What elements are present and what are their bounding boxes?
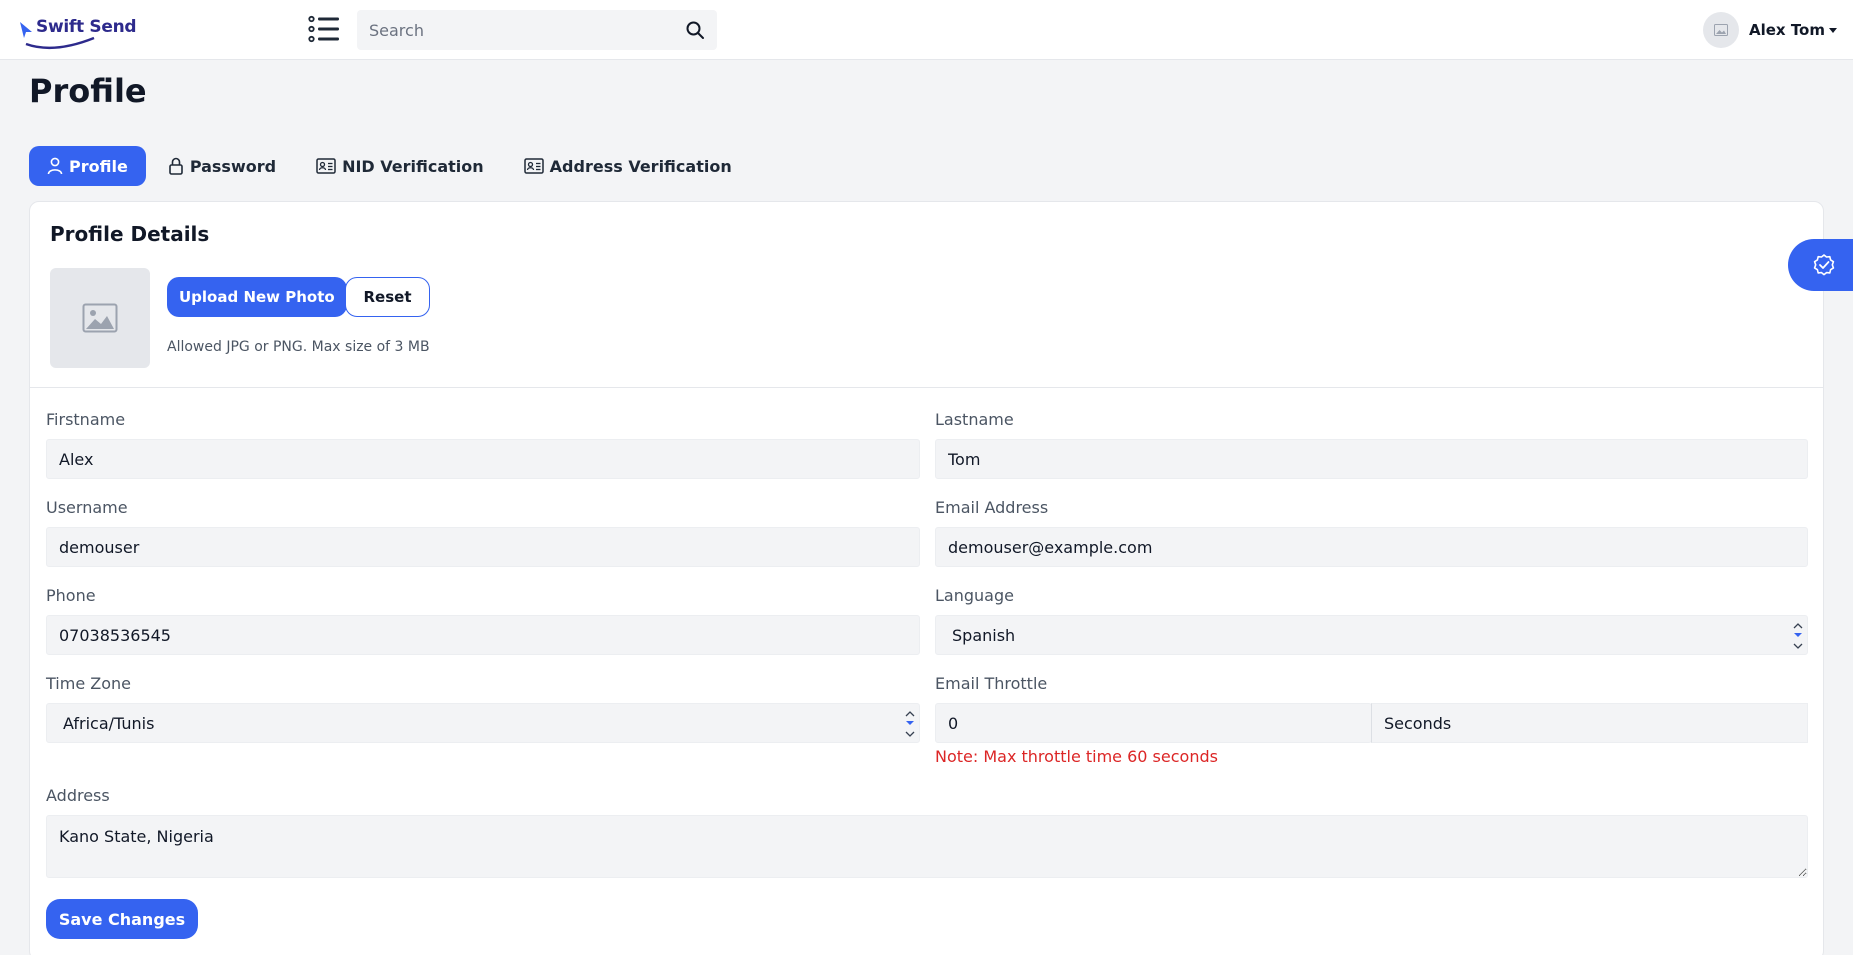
- tab-nid-verification[interactable]: NID Verification: [298, 146, 502, 186]
- upload-photo-button[interactable]: Upload New Photo: [167, 277, 347, 317]
- tab-label: NID Verification: [342, 156, 484, 176]
- search-icon[interactable]: [685, 20, 705, 40]
- id-card-icon: [523, 158, 544, 174]
- divider: [30, 387, 1823, 388]
- logo-swoosh-icon: [25, 36, 95, 50]
- language-value: Spanish: [952, 625, 1016, 645]
- firstname-field[interactable]: [46, 439, 920, 479]
- id-card-icon: [316, 158, 336, 174]
- photo-hint: Allowed JPG or PNG. Max size of 3 MB: [167, 339, 430, 355]
- brand-logo[interactable]: Swift Send: [18, 14, 137, 50]
- reset-photo-button[interactable]: Reset: [345, 277, 430, 317]
- throttle-note: Note: Max throttle time 60 seconds: [935, 747, 1218, 766]
- tab-password[interactable]: Password: [150, 146, 294, 186]
- lastname-field[interactable]: [935, 439, 1808, 479]
- email-label: Email Address: [935, 498, 1049, 517]
- user-icon: [47, 157, 63, 175]
- lastname-label: Lastname: [935, 410, 1014, 429]
- timezone-select[interactable]: Africa/Tunis: [46, 703, 920, 743]
- badge-check-icon: [1813, 254, 1835, 276]
- floating-verify-button[interactable]: [1788, 239, 1853, 291]
- menu-toggle-button[interactable]: [308, 14, 340, 44]
- phone-label: Phone: [46, 586, 96, 605]
- profile-photo: [50, 268, 150, 368]
- email-field[interactable]: [935, 527, 1808, 567]
- tab-label: Address Verification: [549, 156, 732, 176]
- tab-label: Profile: [69, 156, 128, 176]
- select-arrows-icon: [1793, 623, 1803, 649]
- user-menu[interactable]: Alex Tom: [1703, 12, 1837, 48]
- page-title: Profile: [29, 72, 147, 110]
- brand-name: Swift Send: [36, 17, 137, 37]
- avatar[interactable]: [1703, 12, 1739, 48]
- address-label: Address: [46, 786, 110, 805]
- top-navbar: Swift Send Alex Tom: [0, 0, 1853, 60]
- tab-label: Password: [189, 156, 277, 176]
- profile-card: Profile Details Upload New Photo Reset A…: [29, 201, 1824, 955]
- tab-profile[interactable]: Profile: [29, 146, 146, 186]
- address-field[interactable]: Kano State, Nigeria: [46, 815, 1808, 878]
- timezone-label: Time Zone: [46, 674, 131, 693]
- select-arrows-icon: [905, 711, 915, 737]
- throttle-unit: Seconds: [1371, 703, 1808, 743]
- profile-tabs: Profile Password NID Verification Addres…: [29, 146, 754, 186]
- username-field[interactable]: [46, 527, 920, 567]
- image-placeholder-icon: [82, 303, 118, 333]
- save-changes-button[interactable]: Save Changes: [46, 899, 198, 939]
- username-label: Username: [46, 498, 128, 517]
- user-name: Alex Tom: [1749, 21, 1825, 39]
- timezone-value: Africa/Tunis: [63, 713, 155, 733]
- image-placeholder-icon: [1714, 24, 1728, 36]
- phone-field[interactable]: [46, 615, 920, 655]
- chevron-down-icon: [1829, 27, 1837, 33]
- language-select[interactable]: Spanish: [935, 615, 1808, 655]
- search-input[interactable]: [357, 10, 717, 50]
- throttle-field[interactable]: [935, 703, 1372, 743]
- list-icon: [308, 15, 339, 43]
- language-label: Language: [935, 586, 1014, 605]
- firstname-label: Firstname: [46, 410, 126, 429]
- section-title: Profile Details: [50, 222, 210, 246]
- search-box: [357, 10, 717, 50]
- tab-address-verification[interactable]: Address Verification: [506, 146, 750, 186]
- throttle-label: Email Throttle: [935, 674, 1048, 693]
- lock-icon: [169, 157, 183, 175]
